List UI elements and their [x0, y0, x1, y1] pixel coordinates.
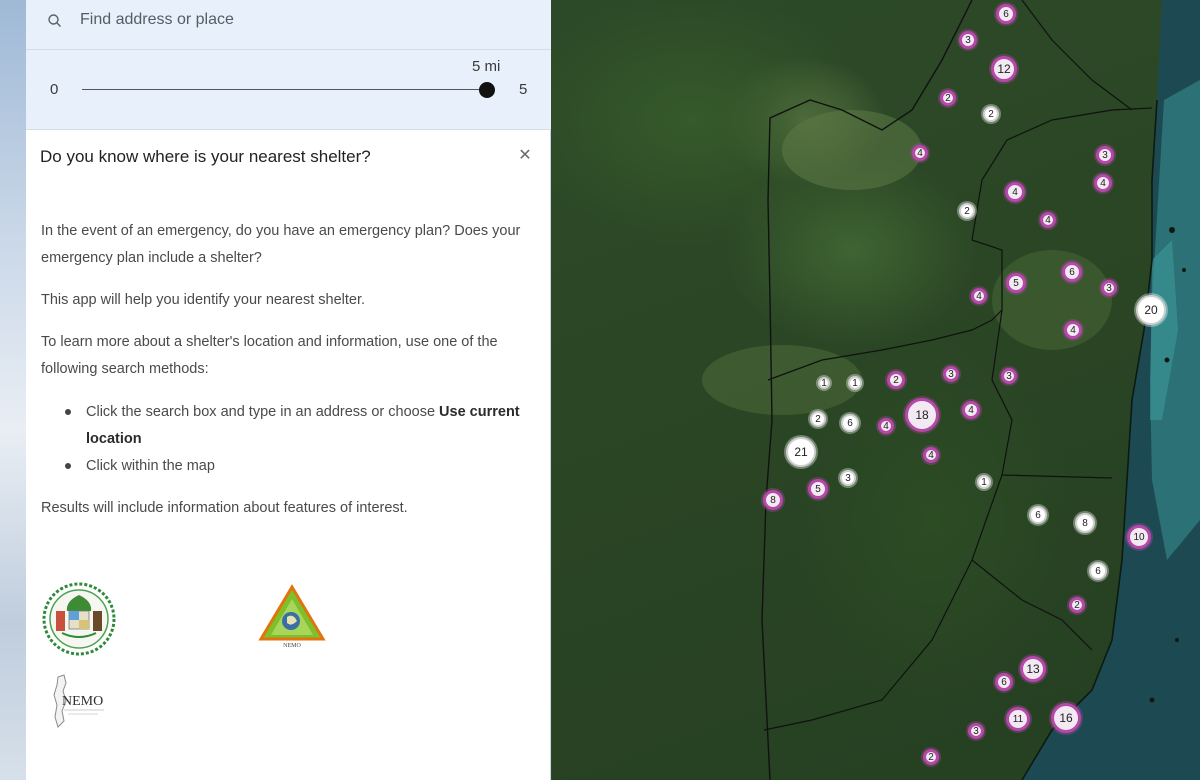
shelter-cluster[interactable]: 1: [848, 376, 862, 390]
shelter-cluster[interactable]: 3: [959, 31, 977, 49]
shelter-cluster[interactable]: 2: [810, 411, 826, 427]
shelter-cluster[interactable]: 10: [1127, 525, 1151, 549]
search-icon: [48, 14, 61, 27]
shelter-cluster[interactable]: 3: [1001, 368, 1017, 384]
map-view[interactable]: 6 3 12 2 2 4 3 4 4 4 2 5 6 3 4 20 4 1 1 2 3 3 2 6 4 18 4 21 4 3 5 8 1 6 8 1…: [552, 0, 1200, 780]
nemo-triangle-logo: NEMO: [258, 584, 326, 649]
bullet-text: Click within the map: [86, 458, 215, 474]
shelter-cluster[interactable]: 12: [991, 56, 1017, 82]
shelter-cluster[interactable]: 2: [940, 90, 956, 106]
list-item: Click the search box and type in an addr…: [63, 399, 533, 453]
shelter-cluster[interactable]: 1: [977, 475, 991, 489]
shelter-cluster[interactable]: 5: [808, 479, 828, 499]
shelter-cluster[interactable]: 8: [1075, 513, 1095, 533]
slider-thumb[interactable]: [479, 82, 495, 98]
shelter-cluster[interactable]: 2: [1069, 597, 1085, 613]
triangle-logo-text: NEMO: [283, 643, 301, 649]
cleared-land-patch: [992, 250, 1112, 350]
distance-slider: 5 mi 0 5: [26, 50, 551, 130]
shelter-cluster[interactable]: 6: [995, 673, 1013, 691]
results-paragraph: Results will include information about f…: [41, 500, 408, 516]
nemo-logo-text: NEMO: [62, 694, 103, 709]
close-icon[interactable]: ✕: [517, 148, 533, 164]
nemo-logo: NEMO: [53, 674, 104, 728]
shelter-cluster[interactable]: 2: [887, 371, 905, 389]
shelter-cluster[interactable]: 2: [923, 749, 939, 765]
map-base-layer: [702, 0, 1200, 780]
shelter-cluster[interactable]: 3: [1101, 280, 1117, 296]
shelter-cluster[interactable]: 18: [905, 398, 939, 432]
shelter-cluster[interactable]: 1: [818, 377, 830, 389]
shelter-cluster[interactable]: 2: [959, 203, 975, 219]
district-border: [1021, 0, 1133, 111]
cay: [1164, 357, 1170, 363]
bullet-text: Click the search box and type in an addr…: [86, 404, 440, 420]
belize-coat-of-arms-logo: [42, 582, 116, 656]
background-imagery-strip: [0, 0, 26, 780]
shelter-cluster[interactable]: 16: [1051, 703, 1081, 733]
shelter-cluster[interactable]: 13: [1020, 656, 1046, 682]
shelter-cluster[interactable]: 4: [962, 401, 980, 419]
intro-paragraph: In the event of an emergency, do you hav…: [41, 223, 521, 266]
shelter-cluster[interactable]: 4: [878, 418, 894, 434]
card-title: Do you know where is your nearest shelte…: [40, 147, 371, 166]
shelter-cluster[interactable]: 8: [763, 490, 783, 510]
cay: [1175, 638, 1179, 642]
slider-min-label: 0: [50, 81, 59, 98]
methods-list: Click the search box and type in an addr…: [63, 399, 533, 480]
shelter-cluster[interactable]: 3: [1096, 146, 1114, 164]
shelter-cluster[interactable]: 6: [1029, 506, 1047, 524]
shelter-cluster[interactable]: 20: [1136, 295, 1166, 325]
shelter-cluster[interactable]: 21: [786, 437, 816, 467]
shelter-cluster[interactable]: 4: [1064, 321, 1082, 339]
shelter-cluster[interactable]: 6: [996, 4, 1016, 24]
slider-max-label: 5: [519, 81, 528, 98]
cay: [1149, 697, 1155, 703]
slider-track[interactable]: [82, 89, 487, 90]
shelter-cluster[interactable]: 4: [923, 447, 939, 463]
shelter-cluster[interactable]: 3: [840, 470, 856, 486]
shelter-cluster[interactable]: 3: [943, 366, 959, 382]
shelter-cluster[interactable]: 5: [1006, 273, 1026, 293]
cay: [1169, 227, 1175, 233]
cleared-land-patch: [782, 110, 922, 190]
shelter-cluster[interactable]: 4: [1094, 174, 1112, 192]
search-box[interactable]: Find address or place: [26, 0, 551, 50]
shelter-cluster[interactable]: 3: [968, 723, 984, 739]
shelter-cluster[interactable]: 11: [1006, 707, 1030, 731]
shelter-cluster[interactable]: 6: [1062, 262, 1082, 282]
district-border: [763, 474, 1003, 731]
cay: [1182, 268, 1186, 272]
slider-value-label: 5 mi: [472, 58, 501, 75]
shelter-cluster[interactable]: 4: [971, 288, 987, 304]
shelter-cluster[interactable]: 4: [1005, 182, 1025, 202]
shelter-cluster[interactable]: 4: [912, 145, 928, 161]
methods-paragraph: To learn more about a shelter's location…: [41, 334, 498, 377]
search-input[interactable]: Find address or place: [80, 11, 234, 29]
purpose-paragraph: This app will help you identify your nea…: [41, 292, 366, 308]
list-item: Click within the map: [63, 453, 533, 480]
shelter-cluster[interactable]: 2: [983, 106, 999, 122]
info-panel: Find address or place 5 mi 0 5 Do you kn…: [26, 0, 551, 780]
shelter-cluster[interactable]: 6: [841, 414, 859, 432]
cleared-land-patch: [702, 345, 862, 415]
shelter-cluster[interactable]: 6: [1089, 562, 1107, 580]
shelter-cluster[interactable]: 4: [1040, 212, 1056, 228]
